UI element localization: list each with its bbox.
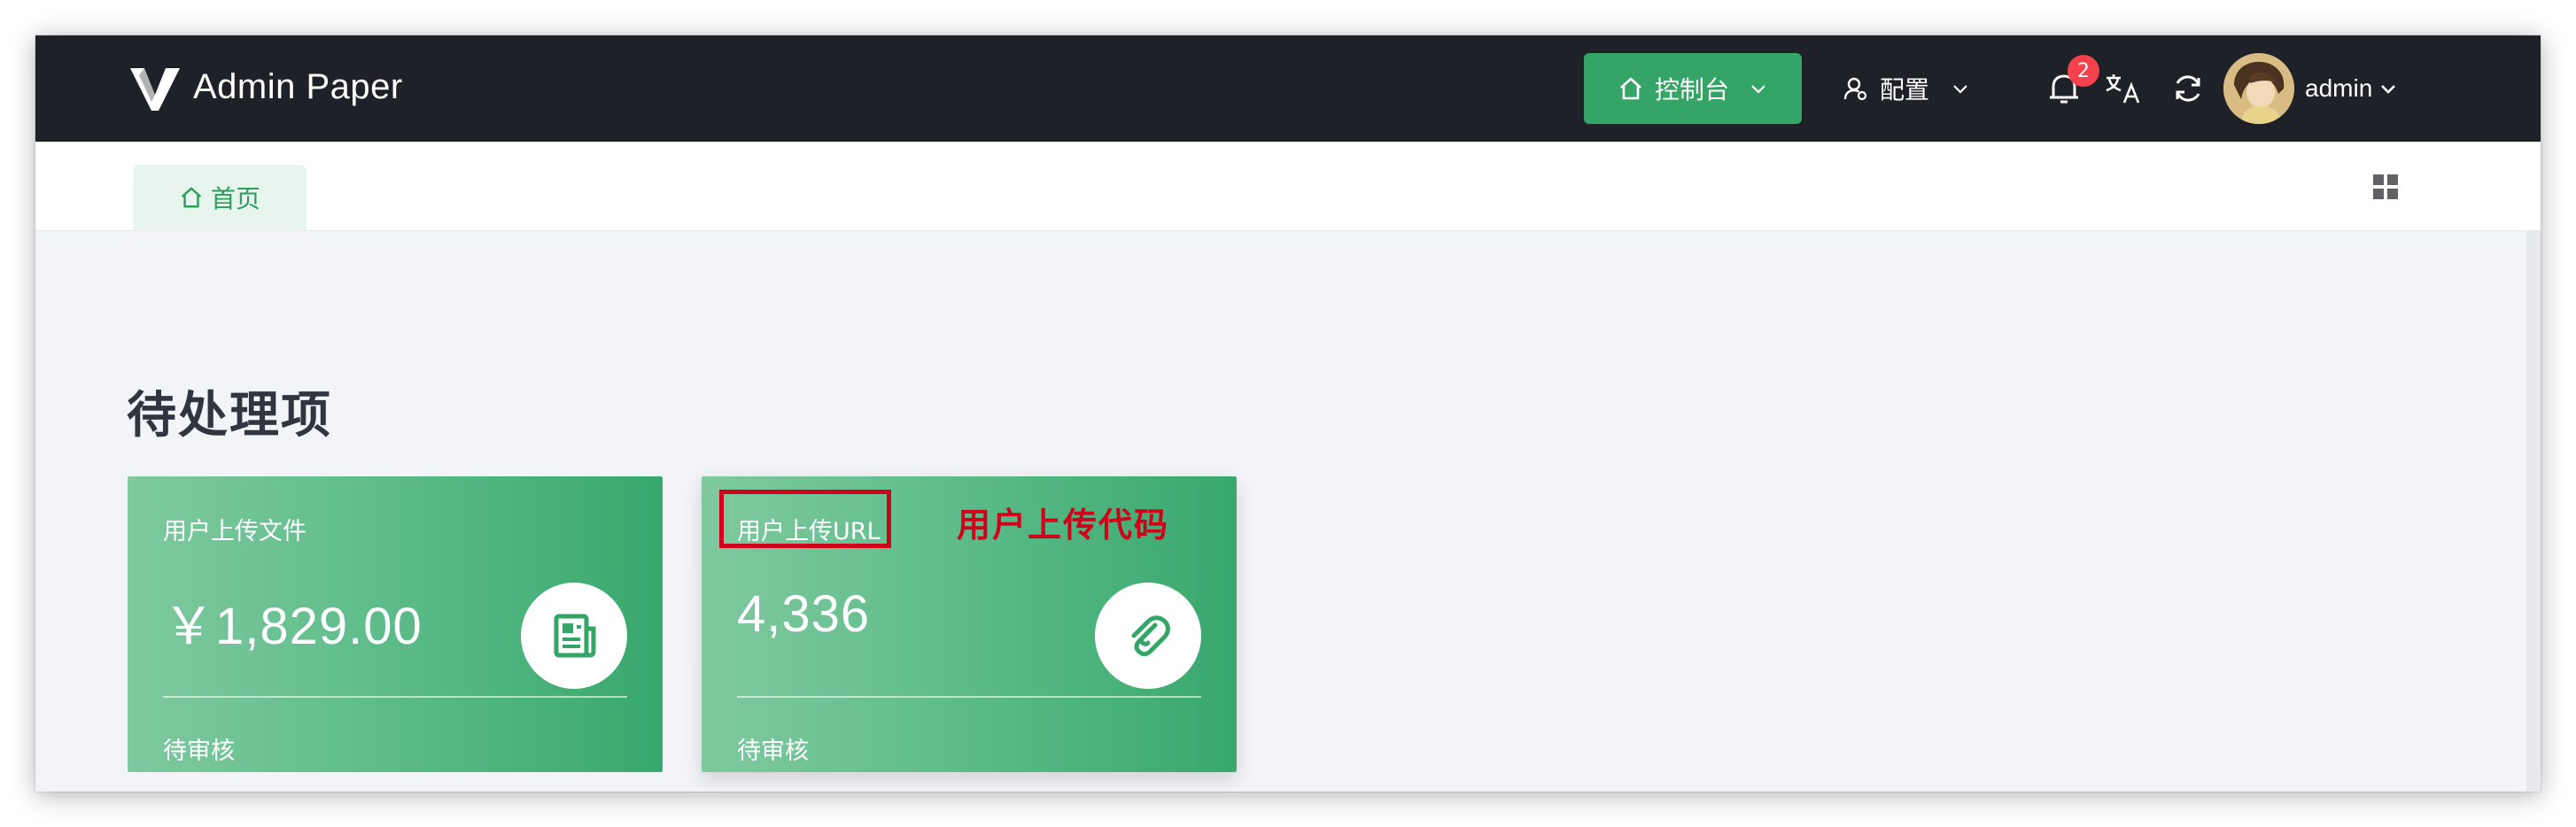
card-icon-badge — [521, 583, 627, 689]
tab-home[interactable]: 首页 — [133, 165, 306, 230]
card-value: 4,336 — [737, 585, 871, 643]
pending-card-files[interactable]: 用户上传文件 ￥1,829.00 待审核 — [128, 476, 663, 772]
home-icon — [1620, 77, 1641, 100]
annotation-highlight-box — [719, 490, 891, 548]
home-icon — [181, 187, 202, 208]
config-label: 配置 — [1880, 75, 1930, 104]
avatar[interactable] — [2223, 53, 2294, 124]
card-value: ￥1,829.00 — [163, 598, 423, 655]
app-title: Admin Paper — [193, 67, 403, 106]
user-settings-icon — [1843, 77, 1867, 101]
user-avatar-image — [2223, 53, 2294, 124]
app-logo-icon — [130, 68, 180, 111]
notification-badge: 2 — [2068, 55, 2099, 87]
card-label: 用户上传文件 — [163, 518, 306, 545]
annotation-text: 用户上传代码 — [957, 506, 1170, 545]
chevron-down-icon — [1751, 85, 1765, 94]
card-icon-badge — [1095, 583, 1201, 689]
section-title: 待处理项 — [127, 387, 332, 444]
card-divider — [737, 696, 1201, 698]
app-window: Admin Paper 控制台 配置 2 admin 首页 待处理项 用户上传文… — [35, 35, 2541, 792]
refresh-icon[interactable] — [2169, 69, 2207, 108]
console-dropdown-button[interactable]: 控制台 — [1584, 53, 1802, 124]
scrollbar[interactable] — [2526, 230, 2541, 792]
paperclip-icon — [1131, 615, 1170, 657]
chevron-down-icon — [2381, 85, 2396, 94]
tab-home-label: 首页 — [210, 184, 260, 213]
chevron-down-icon — [1953, 85, 1967, 94]
card-footer: 待审核 — [163, 738, 235, 765]
console-label: 控制台 — [1654, 75, 1729, 104]
config-dropdown[interactable]: 配置 — [1843, 53, 1970, 124]
username: admin — [2305, 74, 2373, 102]
card-footer: 待审核 — [737, 738, 809, 765]
user-menu[interactable]: admin — [2305, 53, 2397, 124]
newspaper-icon — [554, 614, 596, 658]
grid-menu-icon[interactable] — [2372, 174, 2399, 200]
top-navbar: Admin Paper 控制台 配置 2 admin — [35, 35, 2541, 142]
translate-icon[interactable] — [2103, 69, 2144, 108]
card-divider — [163, 696, 627, 698]
tab-bar: 首页 — [35, 142, 2541, 231]
